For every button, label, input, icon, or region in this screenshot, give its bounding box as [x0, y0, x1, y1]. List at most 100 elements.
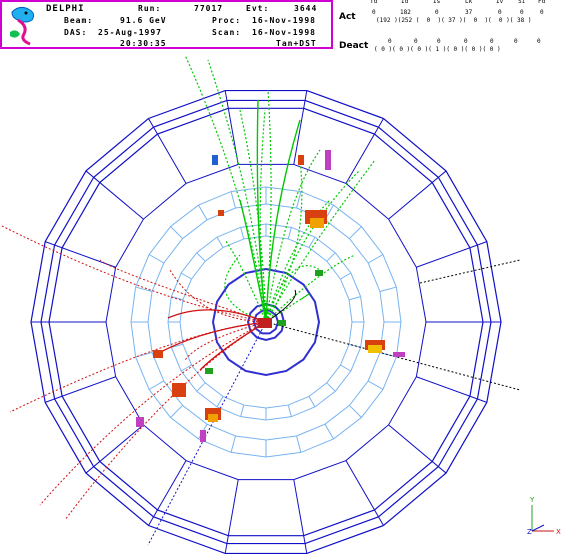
evt-label: Evt: [246, 4, 270, 13]
col-header-fd: Fd [538, 0, 546, 5]
deact-top-iv: 0 [490, 38, 494, 45]
inner-segment-divider [349, 226, 362, 239]
energy-cluster [298, 155, 304, 165]
event-display-canvas[interactable]: Y Z X [0, 49, 574, 555]
das-value: 25-Aug-1997 [98, 28, 162, 37]
act-top-iv: 0 [498, 9, 502, 16]
evt-value: 3644 [294, 4, 318, 13]
outer-segment-divider [388, 424, 447, 474]
outer-segment-divider [388, 170, 447, 220]
energy-cluster [393, 352, 405, 357]
inner-segment-divider [287, 404, 292, 417]
inner-segment-divider [367, 254, 384, 264]
inner-segment-divider [326, 252, 336, 262]
inner-segment-divider [180, 272, 192, 280]
beam-label: Beam: [64, 16, 94, 25]
outer-segment-divider [45, 241, 116, 268]
blue-track [147, 321, 267, 546]
inner-segment-divider [296, 435, 302, 453]
energy-cluster [208, 414, 218, 422]
col-header-id: Id [401, 0, 409, 5]
outer-segment-divider [224, 90, 239, 165]
inner-segment-divider [198, 204, 208, 221]
particle-tracks [0, 54, 521, 546]
source-value: Tan+DST [276, 39, 317, 48]
outer-segment-divider [293, 90, 308, 165]
energy-cluster [136, 417, 144, 427]
outer-segment-divider [45, 376, 116, 403]
run-label: Run: [138, 4, 162, 13]
col-header-td: Td [370, 0, 378, 5]
energy-cluster [212, 155, 218, 165]
energy-cluster [310, 218, 324, 228]
inner-segment-divider [230, 191, 236, 209]
inner-segment-divider [230, 435, 236, 453]
axis-x-label: X [556, 528, 561, 536]
outer-segment-divider [345, 118, 384, 184]
inner-segment-divider [340, 364, 352, 372]
outer-segment-divider [416, 241, 487, 268]
deact-top-is: 0 [437, 38, 441, 45]
inner-segment-divider [240, 227, 245, 240]
act-top-si: 0 [520, 9, 524, 16]
energy-cluster [325, 150, 331, 170]
event-info-panel: DELPHI Run: 77017 Evt: 3644 Beam: 91.6 G… [0, 0, 333, 49]
inner-segment-divider [170, 226, 183, 239]
deact-top-td: 0 [388, 38, 392, 45]
run-value: 77017 [194, 4, 224, 13]
outer-segment-divider [416, 376, 487, 403]
experiment-name: DELPHI [46, 4, 85, 14]
act-top-id: 182 [400, 9, 411, 16]
inner-segment-divider [196, 382, 206, 392]
deact-top-si: 0 [514, 38, 518, 45]
deact-top-lk: 0 [464, 38, 468, 45]
axis-y-label: Y [529, 496, 535, 504]
inner-segment-divider [287, 227, 292, 240]
scan-label: Scan: [212, 28, 242, 37]
energy-cluster [368, 345, 382, 353]
inner-segment-divider [216, 396, 224, 408]
inner-segment-divider [171, 296, 184, 301]
deact-top-id: 0 [414, 38, 418, 45]
inner-segment-divider [240, 404, 245, 417]
inner-segment-divider [349, 405, 362, 418]
inner-segment-divider [308, 396, 316, 408]
act-top-lk: 37 [465, 9, 473, 16]
inner-segment-divider [340, 272, 352, 280]
proc-value: 16-Nov-1998 [252, 16, 316, 25]
time-value: 20:30:35 [120, 39, 167, 48]
black-track [419, 259, 521, 284]
inner-segment-divider [367, 380, 384, 390]
inner-segment-divider [308, 236, 316, 248]
deact-top-fd: 0 [537, 38, 541, 45]
col-header-is: Is [433, 0, 441, 5]
das-label: DAS: [64, 28, 88, 37]
outer-segment-divider [85, 170, 144, 220]
act-bottom-row: (192 )(252 ( 0 )( 37 )( 0 )( 0 )( 38 ) [376, 17, 532, 24]
col-header-si: Si [518, 0, 526, 5]
inner-segment-divider [148, 254, 165, 264]
scan-value: 16-Nov-1998 [252, 28, 316, 37]
act-top-fd: 0 [540, 9, 544, 16]
delphi-logo-icon [6, 4, 42, 46]
axis-z-label: Z [527, 528, 532, 536]
outer-segment-divider [345, 460, 384, 526]
act-top-is: 0 [435, 9, 439, 16]
col-header-iv: Iv [496, 0, 504, 5]
inner-segment-divider [170, 405, 183, 418]
inner-segment-divider [326, 382, 336, 392]
inner-segment-divider [348, 296, 361, 301]
outer-segment-divider [293, 479, 308, 554]
inner-segment-divider [296, 191, 302, 209]
inner-segment-divider [148, 380, 165, 390]
energy-cluster [172, 383, 186, 397]
outer-segment-divider [148, 118, 187, 184]
energy-cluster [278, 320, 286, 326]
energy-cluster [258, 318, 272, 328]
outer-segment-divider [224, 479, 239, 554]
inner-segment-divider [324, 423, 334, 440]
outer-segment-divider [85, 424, 144, 474]
inner-segment-divider [379, 286, 397, 292]
energy-cluster [218, 210, 224, 216]
inner-segment-divider [216, 236, 224, 248]
